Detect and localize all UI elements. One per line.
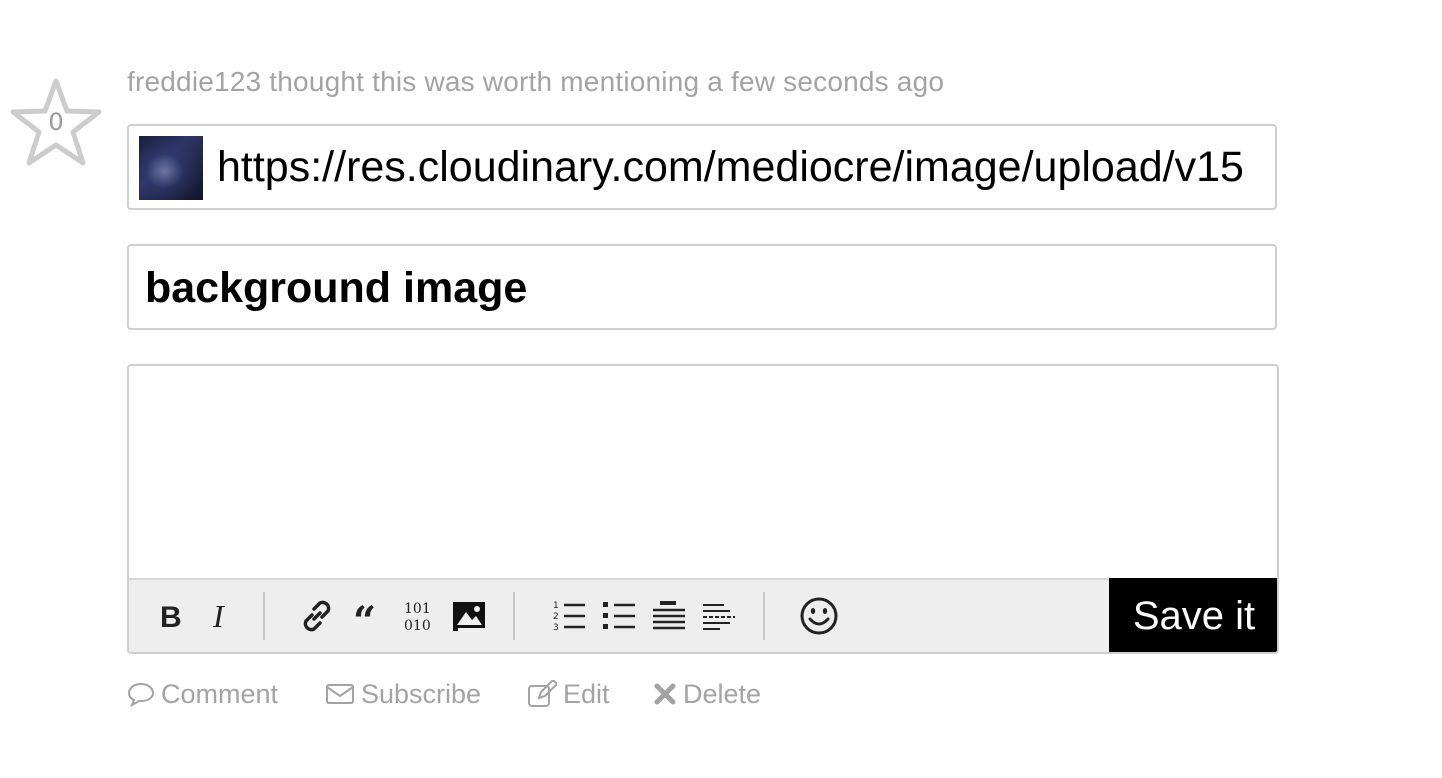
italic-button[interactable]: I (197, 594, 241, 638)
delete-x-icon (654, 683, 676, 705)
post-meta: freddie123 thought this was worth mentio… (127, 66, 945, 97)
svg-text:1: 1 (553, 601, 559, 611)
edit-label: Edit (563, 678, 610, 709)
ordered-list-button[interactable]: 123 (547, 594, 591, 638)
quote-button[interactable]: “ (347, 594, 391, 638)
body-textarea[interactable] (129, 366, 1277, 578)
emoji-button[interactable] (797, 594, 841, 638)
code-icon: 101 010 (404, 601, 431, 634)
svg-text:010: 010 (404, 618, 431, 634)
image-button[interactable] (447, 594, 491, 638)
bold-icon: B (160, 601, 182, 632)
vote-count: 0 (48, 108, 64, 136)
vote-star[interactable]: 0 (10, 76, 102, 166)
quote-icon: “ (353, 601, 376, 631)
edit-icon (528, 680, 557, 707)
smiley-icon (800, 597, 838, 635)
editor-toolbar: B I “ 101 010 1 2 3 (129, 578, 1109, 652)
delete-link[interactable]: Delete (653, 676, 761, 712)
bold-button[interactable]: B (147, 594, 191, 638)
toolbar-divider (263, 592, 265, 640)
title-field[interactable]: background image (127, 244, 1277, 330)
comment-link[interactable]: Comment (127, 676, 278, 712)
unordered-list-icon (603, 602, 635, 629)
svg-text:“: “ (353, 601, 376, 631)
ordered-list-icon: 123 (553, 601, 585, 633)
horizontal-rule-icon (703, 604, 735, 630)
link-icon (303, 600, 331, 632)
subscribe-link[interactable]: Subscribe (325, 676, 481, 712)
comment-label: Comment (161, 678, 279, 709)
subscribe-label: Subscribe (361, 678, 482, 709)
edit-link[interactable]: Edit (527, 676, 610, 712)
heading-icon (653, 601, 685, 630)
markdown-editor: B I “ 101 010 1 2 3 Save it (127, 364, 1279, 654)
heading-button[interactable] (647, 594, 691, 638)
envelope-icon (326, 684, 354, 704)
toolbar-divider (763, 592, 765, 640)
url-input[interactable]: https://res.cloudinary.com/mediocre/imag… (217, 126, 1263, 208)
url-field[interactable]: https://res.cloudinary.com/mediocre/imag… (127, 124, 1277, 210)
link-button[interactable] (295, 594, 339, 638)
comment-icon (127, 682, 155, 707)
svg-text:2: 2 (553, 612, 559, 622)
code-button[interactable]: 101 010 (397, 594, 441, 638)
svg-text:B: B (160, 601, 182, 632)
unordered-list-button[interactable] (597, 594, 641, 638)
svg-text:101: 101 (404, 601, 431, 617)
delete-label: Delete (683, 678, 762, 709)
horizontal-rule-button[interactable] (697, 594, 741, 638)
svg-text:I: I (212, 600, 225, 632)
italic-icon: I (212, 600, 225, 632)
url-thumbnail (139, 136, 203, 200)
image-icon (453, 602, 485, 631)
title-input[interactable]: background image (145, 246, 1255, 328)
svg-text:3: 3 (553, 623, 559, 633)
toolbar-divider (513, 592, 515, 640)
save-button[interactable]: Save it (1109, 578, 1277, 652)
